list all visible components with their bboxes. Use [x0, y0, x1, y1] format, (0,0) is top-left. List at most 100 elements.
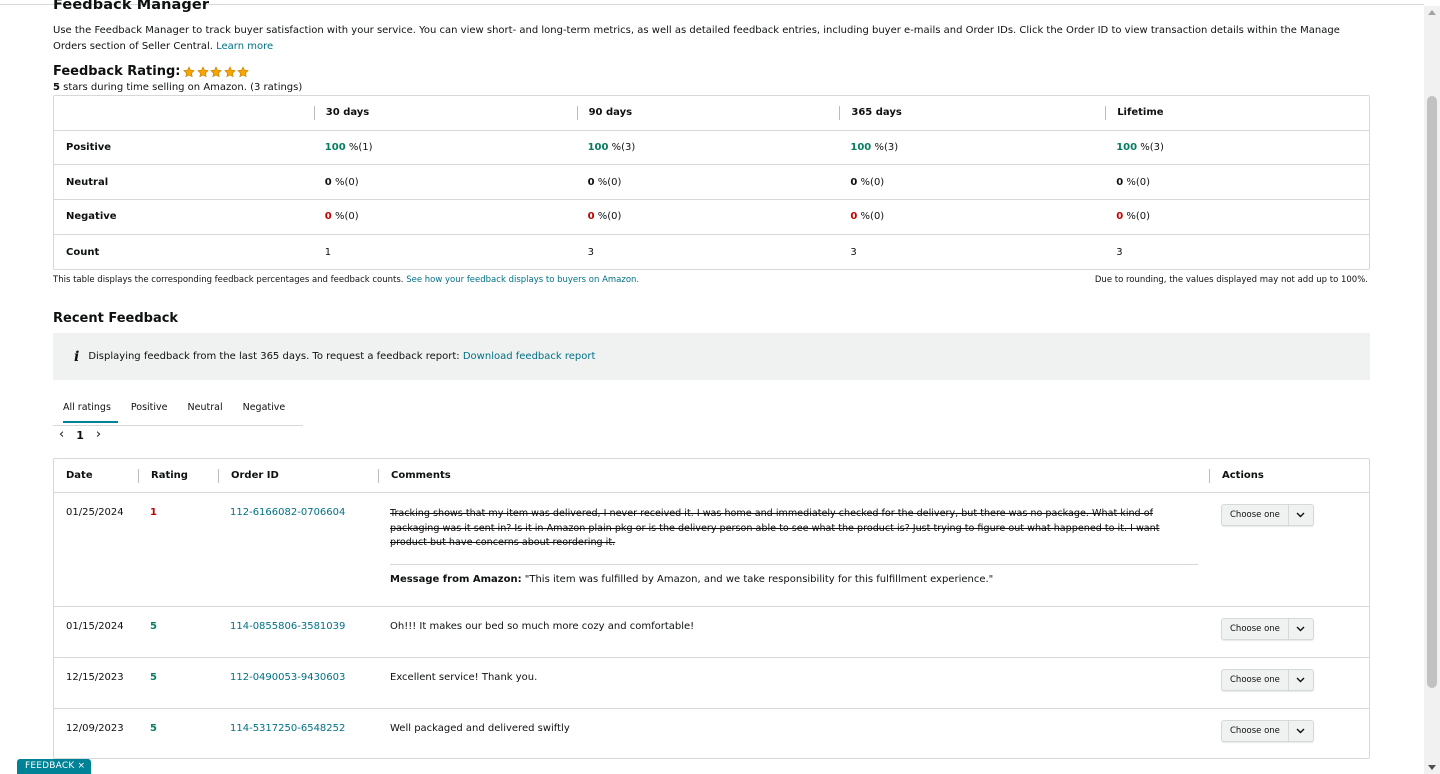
chevron-down-icon [1289, 619, 1313, 639]
metrics-value: 3 [587, 246, 594, 258]
table-row: 12/15/2023 5 112-0490053-9430603 Excelle… [54, 658, 1369, 709]
metrics-count: %(1) [345, 142, 373, 154]
metrics-cell: 100 %(3) [577, 142, 840, 153]
rating-filter-tabs: All ratings Positive Neutral Negative [53, 392, 303, 426]
metrics-cell: 3 [1105, 247, 1369, 258]
chevron-down-icon [1289, 670, 1313, 690]
metrics-count: %(0) [331, 176, 359, 188]
metrics-value: 1 [324, 246, 332, 258]
recent-feedback-table: Date Rating Order ID Comments Actions 01… [53, 458, 1370, 759]
metrics-count: %(0) [1123, 176, 1151, 188]
action-dropdown-label: Choose one [1222, 505, 1289, 525]
feedback-comment-struck: Tracking shows that my item was delivere… [390, 508, 1160, 549]
metrics-header-row: 30 days 90 days 365 days Lifetime [54, 96, 1369, 131]
feedback-date: 01/15/2024 [66, 621, 124, 632]
recent-feedback-title: Recent Feedback [53, 311, 179, 326]
metrics-row-label: Negative [66, 211, 117, 223]
order-id-link[interactable]: 112-0490053-9430603 [230, 672, 345, 683]
feedback-date: 01/25/2024 [66, 507, 124, 518]
chevron-down-icon [1289, 505, 1313, 525]
metrics-header-cell: 365 days [839, 105, 1105, 120]
metrics-value: 100 [850, 142, 872, 154]
action-dropdown[interactable]: Choose one [1221, 720, 1314, 742]
feedback-header-row: Date Rating Order ID Comments Actions [54, 459, 1369, 493]
scroll-up-arrow-icon[interactable] [1428, 10, 1436, 15]
metrics-cell: 0 %(0) [839, 177, 1105, 188]
metrics-value: 0 [587, 211, 595, 223]
metrics-row-negative: Negative 0 %(0) 0 %(0) 0 %(0) 0 %(0) [54, 200, 1369, 235]
feedback-comment: Well packaged and delivered swiftly [390, 723, 570, 734]
feedback-comment: Oh!!! It makes our bed so much more cozy… [390, 621, 695, 632]
metrics-header-cell: Lifetime [1105, 105, 1369, 120]
table-row: 01/15/2024 5 114-0855806-3581039 Oh!!! I… [54, 607, 1369, 658]
current-page-number[interactable]: 1 [76, 429, 84, 442]
metrics-cell: 0 %(0) [314, 211, 577, 222]
table-row: 01/25/2024 1 112-6166082-0706604 Trackin… [54, 493, 1369, 607]
amazon-message-text: "This item was fulfilled by Amazon, and … [521, 573, 994, 585]
metrics-header-cell: 30 days [313, 105, 577, 120]
see-feedback-display-link[interactable]: See how your feedback displays to buyers… [406, 275, 639, 285]
scroll-down-arrow-icon[interactable] [1428, 765, 1436, 770]
metrics-cell: 3 [577, 247, 840, 258]
metrics-cell: 100 %(3) [1105, 142, 1369, 153]
rating-summary-stars: 5 [53, 82, 60, 93]
rating-summary: 5 stars during time selling on Amazon. (… [53, 82, 302, 93]
metrics-note: This table displays the corresponding fe… [53, 275, 639, 285]
action-dropdown-label: Choose one [1222, 670, 1289, 690]
metrics-cell: 100 %(3) [839, 142, 1105, 153]
star-icon [210, 65, 223, 77]
rating-summary-text: stars during time selling on Amazon. (3 … [59, 82, 303, 93]
star-icon [197, 65, 209, 77]
action-dropdown[interactable]: Choose one [1221, 618, 1314, 640]
order-id-link[interactable]: 114-0855806-3581039 [230, 621, 345, 632]
column-header-comments: Comments [378, 468, 1209, 483]
page-title: Feedback Manager [53, 0, 210, 13]
scrollbar-thumb[interactable] [1427, 96, 1437, 688]
download-feedback-report-link[interactable]: Download feedback report [463, 351, 596, 362]
metrics-count: %(0) [594, 211, 622, 223]
action-dropdown[interactable]: Choose one [1221, 504, 1314, 526]
metrics-count: %(0) [857, 176, 885, 188]
metrics-row-label: Positive [66, 142, 112, 154]
metrics-body: Positive 100 %(1) 100 %(3) 100 %(3) 100 %(3)… [54, 131, 1369, 270]
metrics-note-text: This table displays the corresponding fe… [53, 275, 404, 285]
metrics-cell: 0 %(0) [839, 211, 1105, 222]
metrics-cell: 100 %(1) [314, 142, 577, 153]
learn-more-link[interactable]: Learn more [216, 41, 273, 52]
metrics-cell: 0 %(0) [577, 177, 840, 188]
metrics-cell: 0 %(0) [577, 211, 840, 222]
tab-all-ratings[interactable]: All ratings [53, 392, 121, 426]
tab-positive[interactable]: Positive [121, 392, 178, 426]
feedback-widget-tab[interactable]: FEEDBACK × [17, 759, 92, 774]
tab-negative[interactable]: Negative [233, 392, 296, 426]
chevron-down-icon [1289, 721, 1313, 741]
vertical-scrollbar[interactable] [1424, 6, 1440, 774]
order-id-link[interactable]: 114-5317250-6548252 [230, 723, 345, 734]
order-id-link[interactable]: 112-6166082-0706604 [230, 507, 345, 518]
close-icon[interactable]: × [78, 761, 86, 771]
info-alert-text: Displaying feedback from the last 365 da… [88, 351, 460, 362]
star-icon [237, 65, 250, 77]
feedback-rating: 5 [150, 672, 157, 683]
feedback-rating: 5 [150, 621, 157, 632]
feedback-date: 12/15/2023 [66, 672, 124, 683]
chevron-right-icon[interactable]: › [96, 428, 101, 442]
metrics-cell: 0 %(0) [1105, 177, 1369, 188]
info-alert: i Displaying feedback from the last 365 … [53, 333, 1370, 380]
action-dropdown-label: Choose one [1222, 721, 1289, 741]
column-header-date: Date [66, 469, 93, 481]
pagination: ‹ 1 › [59, 428, 101, 442]
intro-text: Use the Feedback Manager to track buyer … [53, 23, 1369, 54]
metrics-count: %(0) [857, 211, 885, 223]
action-dropdown[interactable]: Choose one [1221, 669, 1314, 691]
metrics-value: 100 [587, 142, 609, 154]
metrics-cell: 0 %(0) [314, 177, 577, 188]
tab-neutral[interactable]: Neutral [178, 392, 233, 426]
metrics-row-neutral: Neutral 0 %(0) 0 %(0) 0 %(0) 0 %(0) [54, 165, 1369, 201]
metrics-count: %(0) [594, 176, 622, 188]
chevron-left-icon[interactable]: ‹ [59, 428, 64, 442]
amazon-message-label: Message from Amazon: [390, 573, 522, 585]
metrics-value: 3 [850, 246, 857, 258]
feedback-rating: 5 [150, 723, 157, 734]
metrics-row-count: Count 1 3 3 3 [54, 235, 1369, 270]
